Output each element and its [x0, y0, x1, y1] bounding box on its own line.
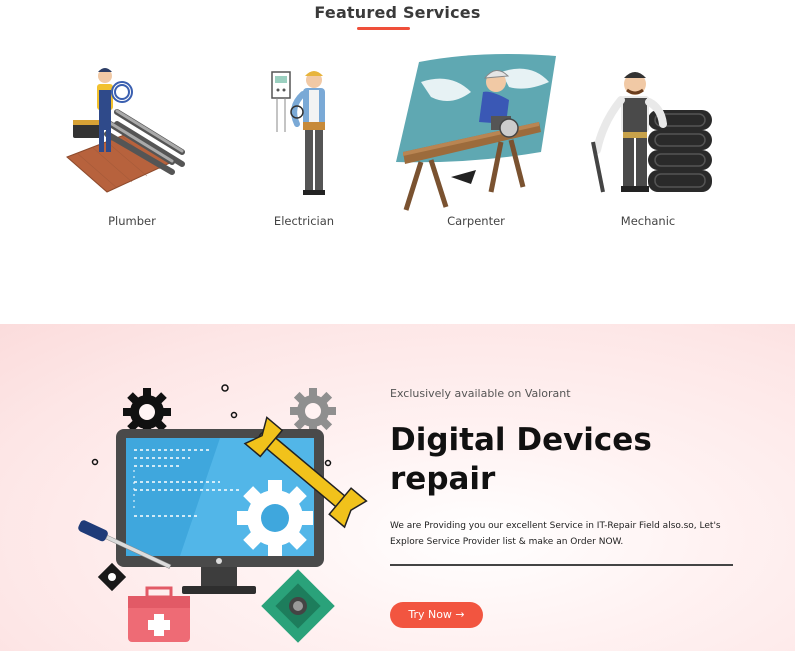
promo-headline: Digital Devices repair: [390, 422, 652, 497]
electrician-illustration: [271, 71, 325, 195]
service-card-carpenter[interactable]: Carpenter: [391, 52, 561, 242]
service-card-mechanic[interactable]: Mechanic: [563, 52, 733, 242]
service-card-plumber[interactable]: Plumber: [47, 52, 217, 242]
mechanic-illustration: [591, 72, 712, 193]
promo-divider: [390, 564, 733, 566]
digital-repair-promo: Exclusively available on Valorant Digita…: [0, 324, 795, 651]
carpenter-illustration: [396, 54, 556, 211]
service-label-electrician: Electrician: [273, 214, 335, 228]
section-title: Featured Services: [314, 3, 481, 22]
service-card-electrician[interactable]: Electrician: [219, 52, 389, 242]
service-label-plumber: Plumber: [108, 214, 156, 228]
service-label-carpenter: Carpenter: [447, 214, 505, 228]
title-underline: [357, 27, 410, 30]
gear-icon: [123, 388, 171, 436]
promo-description: We are Providing you our excellent Servi…: [390, 521, 721, 547]
try-now-button[interactable]: Try Now →: [390, 602, 483, 628]
computer-repair-illustration: [78, 384, 368, 643]
promo-eyebrow: Exclusively available on Valorant: [390, 387, 571, 400]
service-label-mechanic: Mechanic: [620, 214, 676, 228]
featured-services-section: Featured Services Plumber Electrician Ca…: [0, 0, 795, 324]
plumber-illustration: [66, 68, 185, 193]
